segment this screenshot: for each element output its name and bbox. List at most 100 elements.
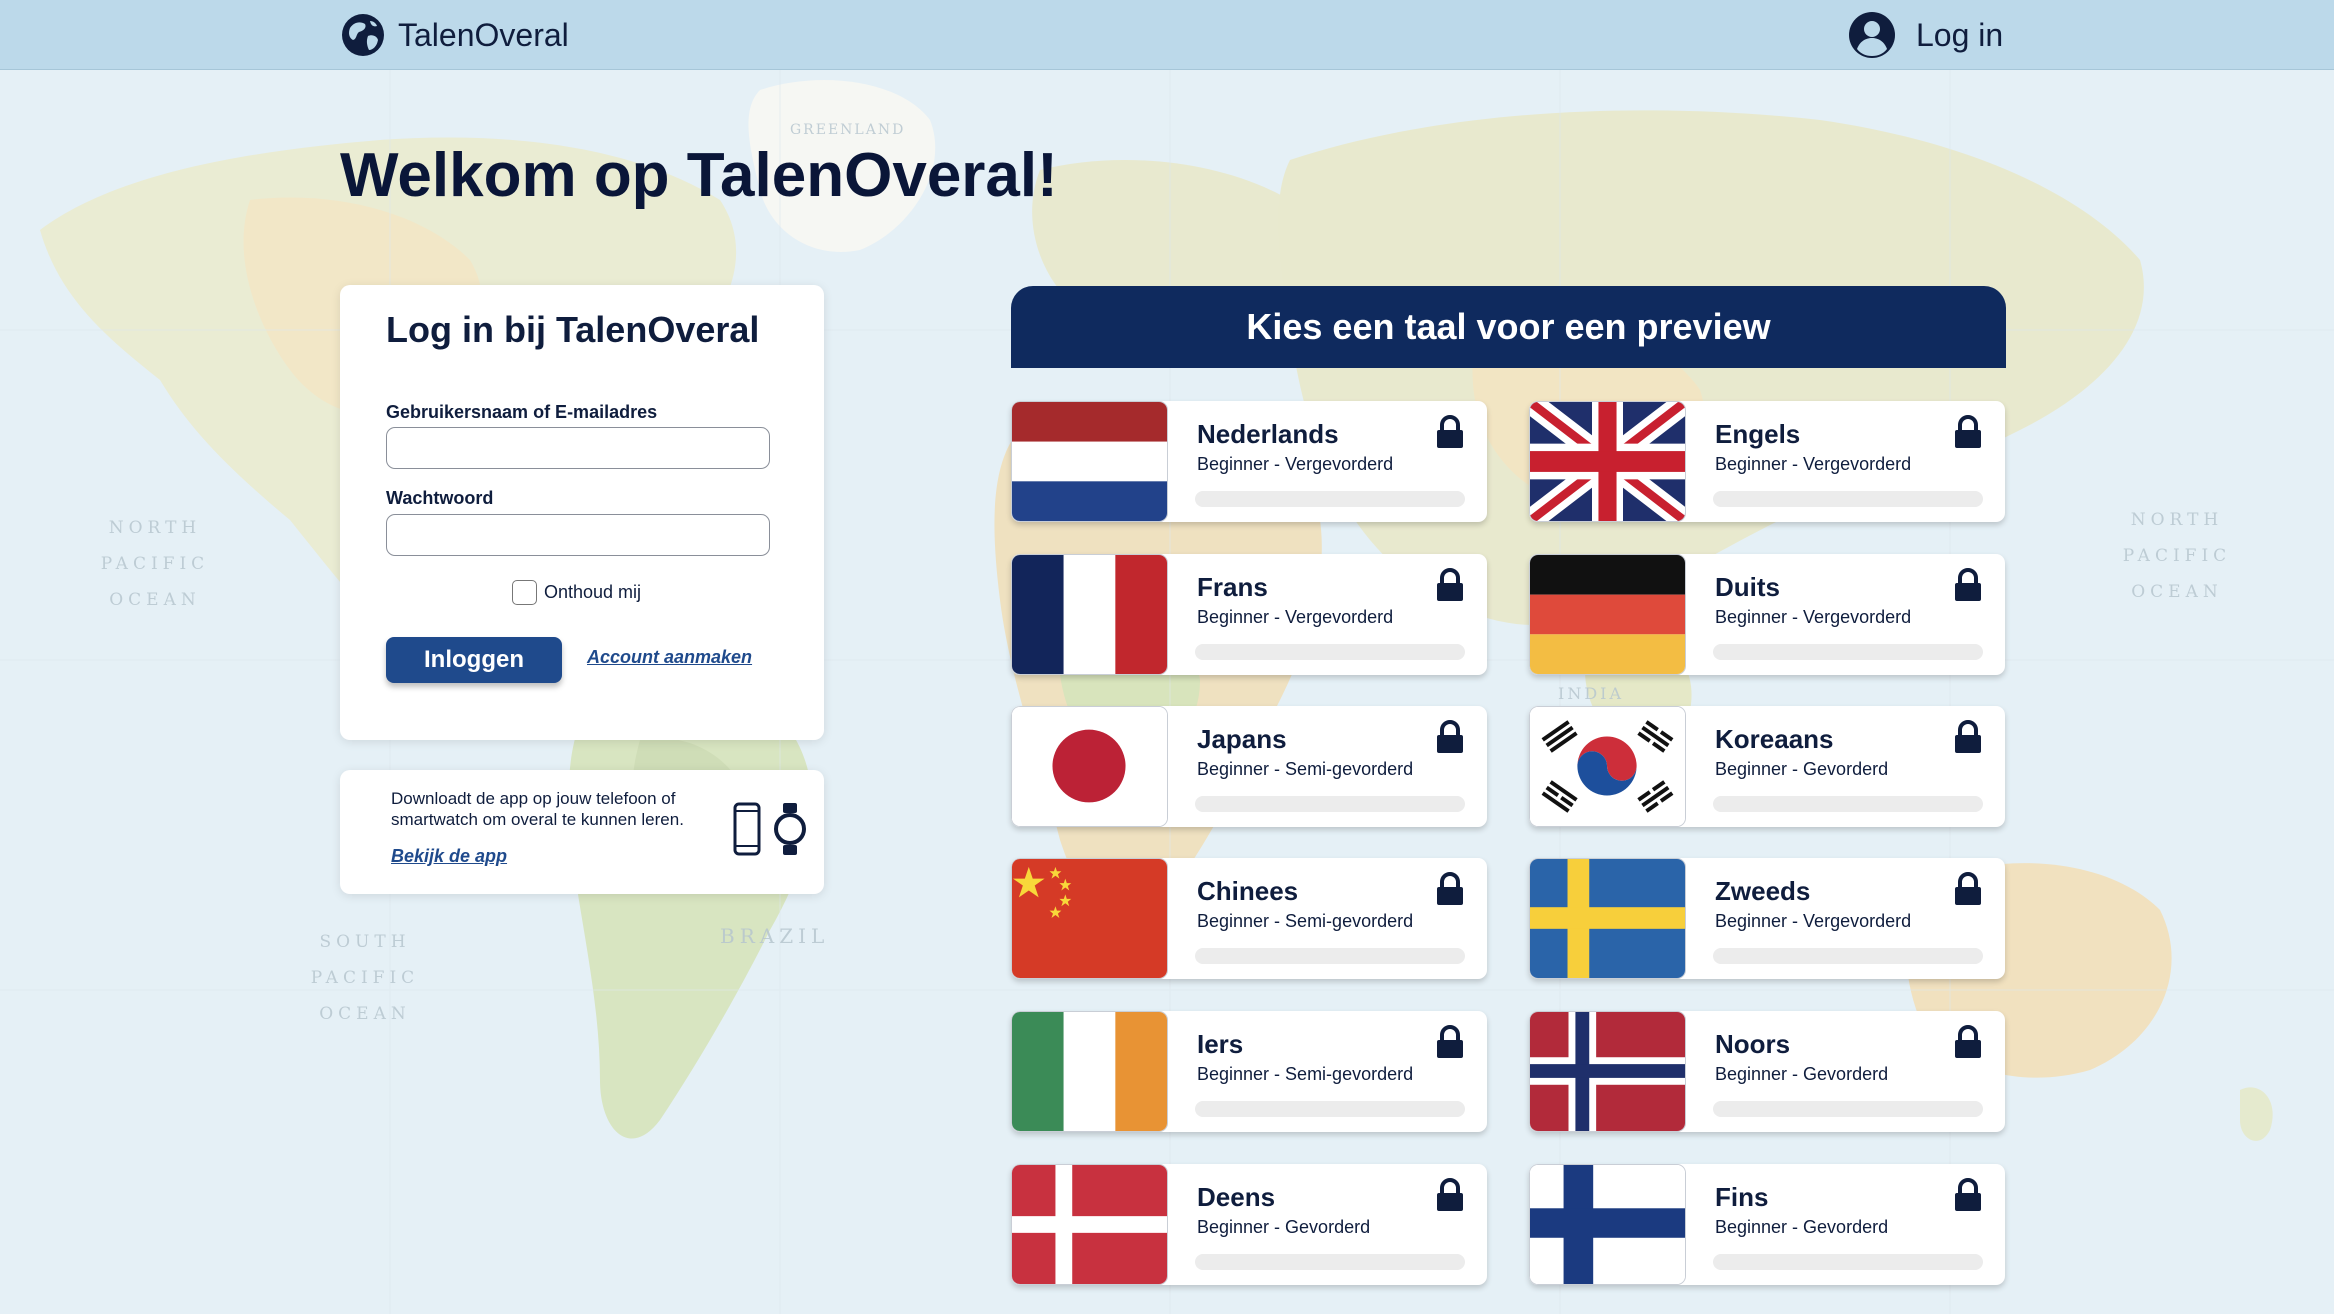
language-card-nederlands[interactable]: Nederlands Beginner - Vergevorderd <box>1011 401 1487 522</box>
language-level: Beginner - Vergevorderd <box>1197 607 1394 627</box>
germany-flag-icon <box>1530 555 1685 674</box>
language-name: Duits <box>1715 572 1780 602</box>
language-card-noors[interactable]: Noors Beginner - Gevorderd <box>1529 1011 2005 1132</box>
language-name: Fins <box>1715 1182 1769 1212</box>
lock-icon <box>1437 568 1463 601</box>
france-flag-icon <box>1012 555 1167 674</box>
lock-icon <box>1955 415 1981 448</box>
login-submit-button[interactable]: Inloggen <box>386 637 562 683</box>
language-panel-header: Kies een taal voor een preview <box>1011 286 2006 368</box>
language-card-frans[interactable]: Frans Beginner - Vergevorderd <box>1011 554 1487 675</box>
map-label-brazil: BRAZIL <box>720 924 830 948</box>
netherlands-flag-icon <box>1012 402 1167 521</box>
language-panel-title: Kies een taal voor een preview <box>1246 306 1771 347</box>
app-promo-text: Downloadt de app op jouw telefoon of sma… <box>391 789 684 829</box>
finland-flag-icon <box>1530 1165 1685 1284</box>
lock-icon <box>1437 415 1463 448</box>
lock-icon <box>1437 872 1463 905</box>
progress-bar <box>1195 948 1465 964</box>
user-avatar-icon <box>1849 12 1895 58</box>
sweden-flag-icon <box>1530 859 1685 978</box>
language-card-zweeds[interactable]: Zweeds Beginner - Vergevorderd <box>1529 858 2005 979</box>
remember-me: Onthoud mij <box>512 580 641 605</box>
language-level: Beginner - Vergevorderd <box>1197 454 1394 474</box>
language-name: Zweeds <box>1715 876 1811 906</box>
app-promo-card: Downloadt de app op jouw telefoon of sma… <box>340 770 824 894</box>
language-level: Beginner - Semi-gevorderd <box>1197 911 1414 931</box>
language-card-engels[interactable]: Engels Beginner - Vergevorderd <box>1529 401 2005 522</box>
create-account-link[interactable]: Account aanmaken <box>587 647 752 668</box>
brand-home-link[interactable]: TalenOveral <box>340 12 569 58</box>
language-level: Beginner - Gevorderd <box>1715 1217 1889 1237</box>
language-card-duits[interactable]: Duits Beginner - Vergevorderd <box>1529 554 2005 675</box>
ireland-flag-icon <box>1012 1012 1167 1131</box>
language-level: Beginner - Semi-gevorderd <box>1197 1064 1414 1084</box>
norway-flag-icon <box>1530 1012 1685 1131</box>
progress-bar <box>1713 948 1983 964</box>
language-level: Beginner - Gevorderd <box>1715 1064 1889 1084</box>
language-card-japans[interactable]: Japans Beginner - Semi-gevorderd <box>1011 706 1487 827</box>
language-name: Deens <box>1197 1182 1276 1212</box>
brand-name: TalenOveral <box>398 16 569 53</box>
progress-bar <box>1713 1101 1983 1117</box>
language-name: Nederlands <box>1197 419 1339 449</box>
lock-icon <box>1955 568 1981 601</box>
language-name: Koreaans <box>1715 724 1834 754</box>
login-card: Log in bij TalenOveral Gebruikersnaam of… <box>340 285 824 740</box>
uk-flag-icon <box>1530 402 1685 521</box>
progress-bar <box>1713 1254 1983 1270</box>
china-flag-icon <box>1012 859 1167 978</box>
language-name: Japans <box>1197 724 1287 754</box>
language-level: Beginner - Gevorderd <box>1197 1217 1371 1237</box>
language-level: Beginner - Vergevorderd <box>1715 607 1912 627</box>
language-level: Beginner - Gevorderd <box>1715 759 1889 779</box>
lock-icon <box>1955 1025 1981 1058</box>
smartphone-icon <box>733 802 761 856</box>
page-title: Welkom op TalenOveral! <box>340 141 1058 210</box>
lock-icon <box>1437 720 1463 753</box>
login-title: Log in bij TalenOveral <box>386 309 760 350</box>
progress-bar <box>1195 491 1465 507</box>
username-label: Gebruikersnaam of E-mailadres <box>386 402 658 422</box>
language-level: Beginner - Vergevorderd <box>1715 911 1912 931</box>
globe-icon <box>342 14 384 56</box>
header-login-link[interactable]: Log in <box>1848 11 2003 59</box>
progress-bar <box>1713 644 1983 660</box>
language-card-deens[interactable]: Deens Beginner - Gevorderd <box>1011 1164 1487 1285</box>
language-card-fins[interactable]: Fins Beginner - Gevorderd <box>1529 1164 2005 1285</box>
header-login-label: Log in <box>1916 16 2004 53</box>
language-name: Engels <box>1715 419 1801 449</box>
remember-me-checkbox[interactable] <box>512 580 537 605</box>
progress-bar <box>1713 491 1983 507</box>
progress-bar <box>1195 796 1465 812</box>
denmark-flag-icon <box>1012 1165 1167 1284</box>
lock-icon <box>1955 720 1981 753</box>
language-name: Iers <box>1197 1029 1244 1059</box>
language-card-iers[interactable]: Iers Beginner - Semi-gevorderd <box>1011 1011 1487 1132</box>
language-name: Chinees <box>1197 876 1299 906</box>
password-label: Wachtwoord <box>386 488 494 508</box>
view-app-link[interactable]: Bekijk de app <box>391 846 507 867</box>
korea-flag-icon <box>1530 707 1685 826</box>
language-name: Frans <box>1197 572 1268 602</box>
smartwatch-icon <box>774 803 806 855</box>
lock-icon <box>1437 1178 1463 1211</box>
japan-flag-icon <box>1012 707 1167 826</box>
language-card-chinees[interactable]: Chinees Beginner - Semi-gevorderd <box>1011 858 1487 979</box>
username-input[interactable] <box>386 427 770 469</box>
progress-bar <box>1195 1254 1465 1270</box>
language-name: Noors <box>1715 1029 1791 1059</box>
progress-bar <box>1713 796 1983 812</box>
progress-bar <box>1195 1101 1465 1117</box>
language-card-koreaans[interactable]: Koreaans Beginner - Gevorderd <box>1529 706 2005 827</box>
lock-icon <box>1955 872 1981 905</box>
map-label-north-pacific-right: NORTH PACIFIC OCEAN <box>2122 510 2232 602</box>
language-level: Beginner - Semi-gevorderd <box>1197 759 1414 779</box>
progress-bar <box>1195 644 1465 660</box>
map-label-north-pacific-left: NORTH PACIFIC OCEAN <box>100 518 210 610</box>
remember-me-label: Onthoud mij <box>544 582 642 602</box>
password-input[interactable] <box>386 514 770 556</box>
top-bar: TalenOveral Log in <box>0 0 2334 70</box>
language-level: Beginner - Vergevorderd <box>1715 454 1912 474</box>
map-label-south-pacific: SOUTH PACIFIC OCEAN <box>310 932 420 1024</box>
